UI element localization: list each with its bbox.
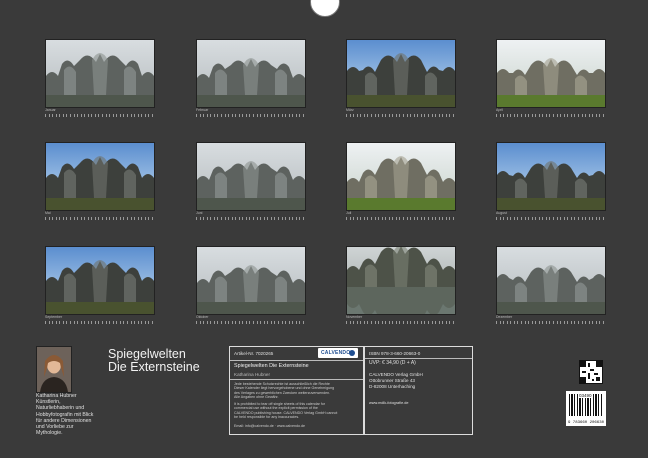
rights-english: It is prohibited to tear off single shee… (234, 402, 337, 420)
rights-line: be held responsible for any inaccuracies… (234, 415, 300, 420)
month-caption: August (496, 211, 507, 215)
month-photo (45, 142, 155, 211)
month-photo (196, 246, 306, 315)
price: UVP: € 34,90 (D + A) (369, 360, 416, 366)
barcode-code: 03490 (578, 393, 593, 398)
month-caption: April (496, 108, 504, 112)
month-photo (196, 142, 306, 211)
month-caption: Februar (196, 108, 209, 112)
product-title: Spiegelwelten Die Externsteine (234, 363, 309, 369)
day-ticks (496, 114, 604, 118)
month-caption: Januar (45, 108, 56, 112)
top-ruler-right (348, 0, 648, 5)
month-photo (496, 246, 606, 315)
month-photo (196, 39, 306, 108)
publisher-city: D-82008 Unterhaching (369, 384, 416, 389)
day-ticks (45, 114, 153, 118)
product-info-box: Artikel-Nr. 7020265 Spiegelwelten Die Ex… (229, 346, 364, 435)
day-ticks (196, 321, 304, 325)
website: www.mdlk-fotografie.de (369, 401, 409, 405)
logo-text: CALVENDO (321, 350, 351, 356)
contact-line: Email: info@calvendo.de · www.calvendo.d… (234, 424, 305, 428)
month-photo (346, 246, 456, 315)
author-bio: Katharina Hubner Künstlerin, Naturliebha… (36, 393, 96, 436)
month-caption: November (346, 315, 363, 319)
month-photo (496, 142, 606, 211)
day-ticks (196, 217, 304, 221)
divider (230, 379, 363, 380)
publisher-info-box: ISBN 978-3-660-20663-0 UVP: € 34,90 (D +… (364, 346, 473, 435)
month-photo (496, 39, 606, 108)
month-caption: Dezember (496, 315, 513, 319)
day-ticks (346, 321, 454, 325)
author-line: Hobbyfotografin mit Blick (36, 411, 94, 418)
author-portrait (36, 346, 72, 393)
month-caption: Oktober (196, 315, 209, 319)
month-caption: Juni (196, 211, 203, 215)
isbn: ISBN 978-3-660-20663-0 (369, 351, 421, 356)
publisher-street: Ottobrunner Straße 43 (369, 378, 415, 383)
rights-line: Alle Angaben ohne Gewähr. (234, 395, 279, 400)
month-photo (45, 246, 155, 315)
day-ticks (496, 217, 604, 221)
month-caption: September (45, 315, 63, 319)
title-line-2: Die Externsteine (108, 360, 200, 374)
rights-german: Jede bestehende Schutzrechte ist ausschl… (234, 382, 334, 400)
publisher-name: CALVENDO Verlag GmbH (369, 372, 423, 377)
day-ticks (496, 321, 604, 325)
divider (230, 360, 363, 361)
calvendo-logo: CALVENDO (318, 348, 358, 358)
article-number: Artikel-Nr. 7020265 (234, 351, 274, 356)
month-photo (346, 39, 456, 108)
author-line: Mythologie. (36, 430, 63, 437)
month-photo (346, 142, 456, 211)
day-ticks (45, 217, 153, 221)
top-ruler-left (0, 0, 300, 5)
barcode-number: 9 783660 206630 (568, 421, 605, 425)
product-author: Katharina Hubner (234, 372, 271, 377)
hanging-ring (310, 0, 340, 17)
month-caption: Mai (45, 211, 51, 215)
day-ticks (346, 114, 454, 118)
divider (365, 358, 472, 359)
day-ticks (346, 217, 454, 221)
logo-mark (349, 350, 355, 356)
calendar-title: Spiegelwelten Die Externsteine (108, 348, 200, 374)
day-ticks (196, 114, 304, 118)
month-caption: März (346, 108, 354, 112)
qr-code (579, 360, 603, 384)
month-photo (45, 39, 155, 108)
day-ticks (45, 321, 153, 325)
month-caption: Juli (346, 211, 352, 215)
